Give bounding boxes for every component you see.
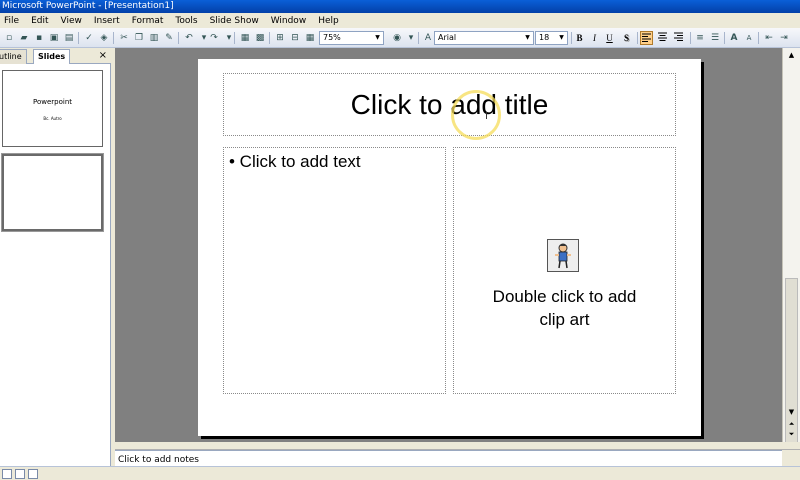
ibeam-cursor-icon: I — [485, 111, 488, 122]
zoom-combo[interactable]: 75% ▼ — [319, 31, 384, 45]
insert-chart-icon[interactable]: ▦ — [238, 31, 252, 45]
previous-slide-icon[interactable]: ⏶ — [785, 419, 798, 429]
grid-icon[interactable]: ▦ — [303, 31, 317, 45]
styles-icon[interactable]: A — [421, 31, 435, 45]
menu-insert[interactable]: Insert — [94, 16, 120, 26]
align-left-icon — [642, 33, 651, 42]
increase-font-icon[interactable]: A — [727, 31, 741, 45]
spelling-icon[interactable]: ✓ — [82, 31, 96, 45]
zoom-value: 75% — [323, 33, 341, 42]
slide-show-view-button[interactable] — [28, 469, 38, 479]
open-icon[interactable]: ▰ — [17, 31, 31, 45]
text-placeholder-text: • Click to add text — [229, 152, 361, 171]
redo-icon[interactable]: ↷ — [207, 31, 221, 45]
slide-canvas: Click to add title • Click to add text D… — [198, 59, 701, 436]
save-icon[interactable]: ▪ — [32, 31, 46, 45]
vertical-scrollbar[interactable]: ▲ ▼ ⏶ ⏷ — [782, 48, 800, 448]
bold-button[interactable]: B — [573, 31, 586, 45]
chevron-down-icon[interactable]: ▼ — [557, 33, 566, 43]
align-right-button[interactable] — [672, 31, 685, 45]
undo-icon[interactable]: ↶ — [182, 31, 196, 45]
menu-help[interactable]: Help — [318, 16, 339, 26]
title-placeholder-text: Click to add title — [350, 88, 549, 120]
permission-icon[interactable]: ▣ — [47, 31, 61, 45]
chevron-down-icon[interactable]: ▼ — [523, 33, 532, 43]
font-combo[interactable]: Arial ▼ — [434, 31, 534, 45]
italic-button[interactable]: I — [588, 31, 601, 45]
text-placeholder[interactable]: • Click to add text — [223, 147, 446, 394]
slide-thumbnail-1[interactable]: Powerpoint Bc. Autro — [2, 70, 103, 147]
tab-outline[interactable]: utline — [0, 49, 27, 64]
clipart-icon[interactable] — [547, 239, 579, 272]
menu-bar: File Edit View Insert Format Tools Slide… — [0, 13, 800, 28]
menu-file[interactable]: File — [4, 16, 19, 26]
clipart-placeholder-text: Double click to add clip art — [454, 285, 675, 331]
slide-editing-area: Click to add title • Click to add text D… — [115, 48, 782, 442]
insert-table-icon[interactable]: ▩ — [253, 31, 267, 45]
align-left-button[interactable] — [640, 31, 653, 45]
status-bar — [0, 466, 800, 480]
menu-view[interactable]: View — [61, 16, 82, 26]
tables-borders-icon[interactable]: ⊞ — [273, 31, 287, 45]
format-painter-icon[interactable]: ✎ — [162, 31, 176, 45]
clipart-text-line2: clip art — [539, 310, 590, 329]
slide-sorter-view-button[interactable] — [15, 469, 25, 479]
menu-slide-show[interactable]: Slide Show — [210, 16, 259, 26]
shadow-button[interactable]: S — [620, 31, 633, 45]
title-placeholder[interactable]: Click to add title — [223, 73, 676, 136]
font-size-value: 18 — [539, 33, 550, 42]
thumbnail-title: Powerpoint — [32, 98, 73, 106]
slide-thumbnail-2[interactable] — [1, 153, 104, 232]
numbering-icon[interactable]: ≡ — [693, 31, 707, 45]
next-slide-icon[interactable]: ⏷ — [785, 429, 798, 439]
formatting-toolbar: ▫ ▰ ▪ ▣ ▤ ✓ ◈ ✂ ❐ ▥ ✎ ↶ ▾ ↷ ▾ ▦ ▩ ⊞ ⊟ ▦ … — [0, 28, 800, 48]
title-bar: Microsoft PowerPoint - [Presentation1] — [0, 0, 800, 13]
font-size-combo[interactable]: 18 ▼ — [535, 31, 568, 45]
notes-placeholder: Click to add notes — [118, 455, 199, 465]
slides-pane: utline Slides × Powerpoint Bc. Autro — [0, 48, 111, 466]
align-center-icon — [658, 32, 667, 41]
pane-tabs: utline Slides × — [0, 48, 111, 64]
close-icon[interactable]: × — [99, 49, 107, 63]
copy-icon[interactable]: ❐ — [132, 31, 146, 45]
menu-tools[interactable]: Tools — [175, 16, 197, 26]
menu-edit[interactable]: Edit — [31, 16, 48, 26]
align-right-icon — [674, 32, 683, 41]
help-icon[interactable]: ◉ — [390, 31, 404, 45]
menu-window[interactable]: Window — [271, 16, 307, 26]
research-icon[interactable]: ◈ — [97, 31, 111, 45]
cursor-highlight — [451, 90, 501, 140]
print-icon[interactable]: ▤ — [62, 31, 76, 45]
font-value: Arial — [438, 33, 457, 42]
thumbnail-subtitle: Bc. Autro — [43, 116, 62, 121]
scroll-down-icon[interactable]: ▼ — [785, 407, 798, 417]
underline-button[interactable]: U — [603, 31, 616, 45]
decrease-indent-icon[interactable]: ⇤ — [762, 31, 776, 45]
menu-format[interactable]: Format — [132, 16, 164, 26]
tab-slides[interactable]: Slides — [33, 49, 71, 64]
cut-icon[interactable]: ✂ — [117, 31, 131, 45]
decrease-font-icon[interactable]: A — [742, 31, 756, 45]
hyperlink-icon[interactable]: ⊟ — [288, 31, 302, 45]
align-center-button[interactable] — [656, 31, 669, 45]
notes-splitter[interactable] — [115, 442, 800, 450]
clipart-placeholder[interactable]: Double click to add clip art — [453, 147, 676, 394]
paste-icon[interactable]: ▥ — [147, 31, 161, 45]
normal-view-button[interactable] — [2, 469, 12, 479]
chevron-down-icon[interactable]: ▼ — [373, 33, 382, 43]
increase-indent-icon[interactable]: ⇥ — [777, 31, 791, 45]
toolbar-options-icon[interactable]: ▾ — [404, 31, 418, 45]
clipart-text-line1: Double click to add — [492, 287, 637, 306]
scroll-up-icon[interactable]: ▲ — [785, 50, 798, 60]
bullets-icon[interactable]: ☰ — [708, 31, 722, 45]
new-icon[interactable]: ▫ — [2, 31, 16, 45]
